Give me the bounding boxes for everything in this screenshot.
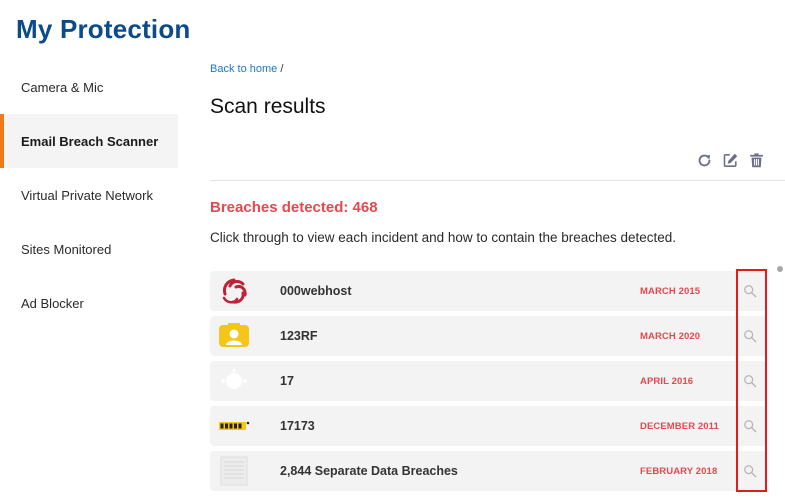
sidebar-item-label: Email Breach Scanner [21, 133, 159, 149]
app-title: My Protection [16, 14, 191, 44]
breach-date: MARCH 2015 [640, 286, 701, 297]
sidebar-item-label: Virtual Private Network [21, 187, 153, 203]
breach-name: 123RF [280, 329, 318, 343]
breach-row[interactable]: 123RF MARCH 2020 [210, 316, 766, 356]
breach-row[interactable]: 17173 DECEMBER 2011 [210, 406, 766, 446]
scrollbar-indicator[interactable] [777, 266, 783, 272]
sidebar-item-vpn[interactable]: Virtual Private Network [0, 168, 178, 222]
breach-row[interactable]: 17 APRIL 2016 [210, 361, 766, 401]
breaches-description: Click through to view each incident and … [210, 230, 677, 245]
breaches-detected-count: Breaches detected: 468 [210, 199, 378, 216]
trash-icon[interactable] [748, 152, 765, 169]
breach-date: APRIL 2016 [640, 376, 694, 387]
divider [210, 180, 785, 181]
breach-row[interactable]: 2,844 Separate Data Breaches FEBRUARY 20… [210, 451, 766, 491]
refresh-icon[interactable] [696, 152, 713, 169]
breach-name: 17 [280, 374, 294, 388]
search-icon[interactable] [743, 464, 757, 478]
000webhost-logo [218, 276, 250, 306]
toolbar [696, 152, 765, 169]
sidebar: Camera & Mic Email Breach Scanner Virtua… [0, 60, 178, 330]
back-to-home-link[interactable]: Back to home [210, 63, 277, 75]
sidebar-item-ad-blocker[interactable]: Ad Blocker [0, 276, 178, 330]
document-logo [218, 456, 250, 486]
17173-logo [218, 411, 250, 441]
breach-date: DECEMBER 2011 [640, 421, 719, 432]
page-title: Scan results [210, 95, 326, 118]
breach-name: 2,844 Separate Data Breaches [280, 464, 458, 478]
17-logo [218, 366, 250, 396]
breach-name: 000webhost [280, 284, 352, 298]
breach-row[interactable]: 000webhost MARCH 2015 [210, 271, 766, 311]
search-icon[interactable] [743, 284, 757, 298]
sidebar-item-label: Camera & Mic [21, 79, 104, 95]
main-content: Back to home / Scan results Breaches det… [210, 0, 785, 498]
breach-date: FEBRUARY 2018 [640, 466, 718, 477]
search-icon[interactable] [743, 374, 757, 388]
search-icon[interactable] [743, 419, 757, 433]
search-icon[interactable] [743, 329, 757, 343]
sidebar-item-sites-monitored[interactable]: Sites Monitored [0, 222, 178, 276]
breach-list: 000webhost MARCH 2015 123RF MARCH 2020 1… [210, 271, 766, 496]
breach-date: MARCH 2020 [640, 331, 701, 342]
breadcrumb-separator: / [280, 63, 284, 75]
edit-icon[interactable] [722, 152, 739, 169]
123rf-logo [218, 321, 250, 351]
breadcrumb: Back to home / [210, 63, 283, 75]
sidebar-item-email-breach-scanner[interactable]: Email Breach Scanner [0, 114, 178, 168]
sidebar-item-label: Ad Blocker [21, 295, 84, 311]
breach-name: 17173 [280, 419, 315, 433]
sidebar-item-label: Sites Monitored [21, 241, 112, 257]
sidebar-item-camera-mic[interactable]: Camera & Mic [0, 60, 178, 114]
